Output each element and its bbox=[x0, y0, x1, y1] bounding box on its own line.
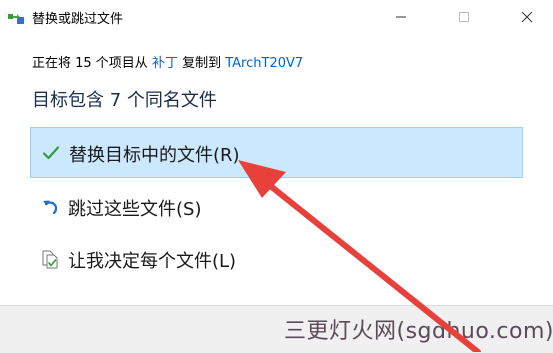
checkmark-icon bbox=[41, 142, 61, 164]
title-bar[interactable]: 替换或跳过文件 bbox=[0, 0, 553, 34]
watermark-text: 三更灯火网(sgdhuo.com) bbox=[284, 319, 553, 344]
decide-each-file-option[interactable]: 让我决定每个文件(L) bbox=[30, 234, 523, 285]
copy-files-app-icon bbox=[8, 10, 24, 24]
skip-files-label: 跳过这些文件(S) bbox=[68, 199, 202, 220]
destination-folder-link[interactable]: TArchT20V7 bbox=[225, 56, 303, 71]
replace-files-label: 替换目标中的文件(R) bbox=[69, 145, 240, 166]
replace-files-option[interactable]: 替换目标中的文件(R) bbox=[30, 127, 523, 178]
minimize-icon[interactable] bbox=[378, 0, 424, 34]
decide-each-file-label: 让我决定每个文件(L) bbox=[68, 251, 237, 272]
decide-files-icon bbox=[40, 248, 60, 270]
conflict-heading: 目标包含 7 个同名文件 bbox=[32, 90, 217, 111]
close-icon[interactable] bbox=[504, 0, 550, 34]
source-folder-link[interactable]: 补丁 bbox=[152, 56, 178, 71]
maximize-icon[interactable] bbox=[441, 0, 487, 34]
window-title: 替换或跳过文件 bbox=[32, 12, 124, 27]
copy-progress-text: 正在将 15 个项目从 补丁 复制到 TArchT20V7 bbox=[32, 52, 303, 71]
copy-prefix: 正在将 15 个项目从 bbox=[32, 56, 152, 71]
copy-middle: 复制到 bbox=[177, 56, 226, 71]
skip-arrow-icon bbox=[40, 196, 60, 218]
skip-files-option[interactable]: 跳过这些文件(S) bbox=[30, 182, 523, 233]
